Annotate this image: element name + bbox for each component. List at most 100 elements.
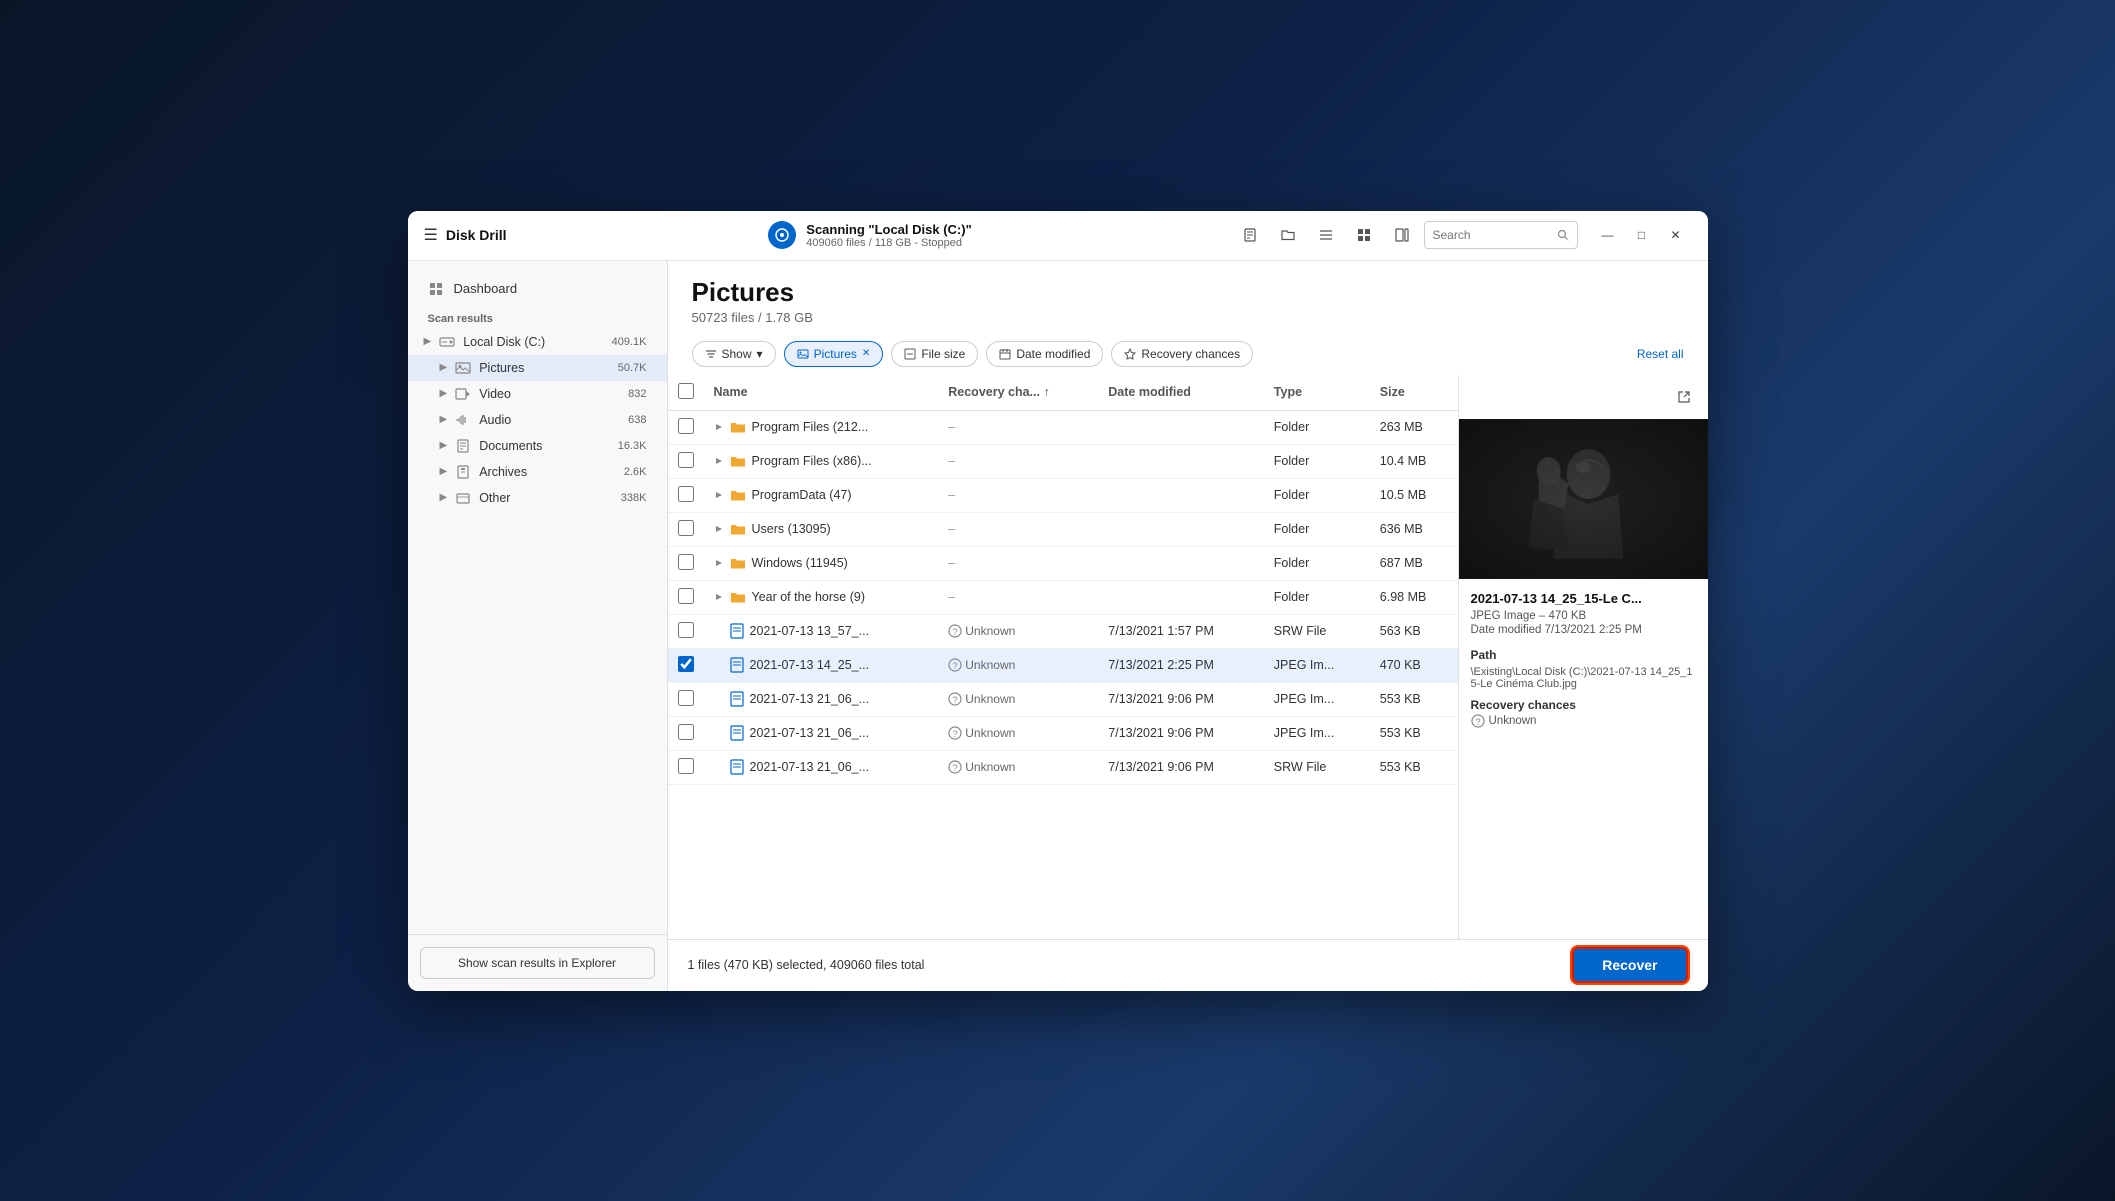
sidebar-item-documents[interactable]: ▶ Documents 16.3K bbox=[408, 433, 667, 459]
row-checkbox[interactable] bbox=[678, 622, 694, 638]
row-expand-icon[interactable] bbox=[714, 558, 724, 568]
row-expand-icon[interactable] bbox=[714, 592, 724, 602]
table-row[interactable]: Windows (11945)–Folder687 MB bbox=[668, 546, 1458, 580]
row-expand-icon[interactable] bbox=[714, 490, 724, 500]
svg-text:?: ? bbox=[953, 627, 958, 637]
sidebar-item-count-archives: 2.6K bbox=[624, 466, 647, 478]
table-row[interactable]: Users (13095)–Folder636 MB bbox=[668, 512, 1458, 546]
table-row[interactable]: Year of the horse (9)–Folder6.98 MB bbox=[668, 580, 1458, 614]
row-checkbox[interactable] bbox=[678, 452, 694, 468]
sidebar-item-count-local-disk: 409.1K bbox=[612, 336, 647, 348]
sidebar-item-archives[interactable]: ▶ Archives 2.6K bbox=[408, 459, 667, 485]
maximize-button[interactable]: □ bbox=[1626, 219, 1658, 251]
sidebar-item-label-pictures: Pictures bbox=[479, 361, 524, 375]
row-checkbox-cell bbox=[668, 512, 704, 546]
row-checkbox-cell bbox=[668, 444, 704, 478]
pictures-filter-close-icon[interactable]: ✕ bbox=[862, 348, 870, 359]
help-icon: ? bbox=[948, 692, 962, 706]
row-recovery-cell: ?Unknown bbox=[938, 750, 1098, 784]
row-type-cell: JPEG Im... bbox=[1264, 648, 1370, 682]
row-size-cell: 6.98 MB bbox=[1370, 580, 1458, 614]
grid-view-button[interactable] bbox=[1348, 219, 1380, 251]
file-table-wrap[interactable]: Name Recovery cha... ↑ Date modified Typ… bbox=[668, 375, 1458, 939]
sidebar-item-pictures[interactable]: ▶ Pictures 50.7K bbox=[408, 355, 667, 381]
table-row[interactable]: Program Files (212...–Folder263 MB bbox=[668, 410, 1458, 444]
row-size-cell: 553 KB bbox=[1370, 716, 1458, 750]
pictures-icon bbox=[455, 361, 471, 375]
row-checkbox[interactable] bbox=[678, 588, 694, 604]
filesize-filter-icon bbox=[904, 348, 916, 360]
row-checkbox[interactable] bbox=[678, 690, 694, 706]
list-view-button[interactable] bbox=[1310, 219, 1342, 251]
row-checkbox[interactable] bbox=[678, 486, 694, 502]
table-row[interactable]: 2021-07-13 21_06_...?Unknown7/13/2021 9:… bbox=[668, 682, 1458, 716]
scan-text-block: Scanning "Local Disk (C:)" 409060 files … bbox=[806, 222, 971, 249]
svg-text:?: ? bbox=[953, 661, 958, 671]
sidebar: Dashboard Scan results ▶ Local Disk (C:)… bbox=[408, 261, 668, 991]
row-checkbox[interactable] bbox=[678, 418, 694, 434]
row-expand-icon[interactable] bbox=[714, 456, 724, 466]
row-size-cell: 563 KB bbox=[1370, 614, 1458, 648]
row-expand-icon[interactable] bbox=[714, 422, 724, 432]
row-type-cell: Folder bbox=[1264, 410, 1370, 444]
table-row[interactable]: ProgramData (47)–Folder10.5 MB bbox=[668, 478, 1458, 512]
row-checkbox[interactable] bbox=[678, 758, 694, 774]
row-type-cell: SRW File bbox=[1264, 614, 1370, 648]
show-in-explorer-button[interactable]: Show scan results in Explorer bbox=[420, 947, 655, 979]
row-checkbox-cell bbox=[668, 648, 704, 682]
table-row[interactable]: 2021-07-13 13_57_...?Unknown7/13/2021 1:… bbox=[668, 614, 1458, 648]
main-content: Pictures 50723 files / 1.78 GB Show ▾ Pi… bbox=[668, 261, 1708, 991]
row-size-cell: 263 MB bbox=[1370, 410, 1458, 444]
row-name-text: 2021-07-13 21_06_... bbox=[750, 760, 870, 774]
row-expand-icon[interactable] bbox=[714, 524, 724, 534]
folder-view-button[interactable] bbox=[1272, 219, 1304, 251]
table-container: Name Recovery cha... ↑ Date modified Typ… bbox=[668, 375, 1708, 939]
sidebar-item-local-disk[interactable]: ▶ Local Disk (C:) 409.1K bbox=[408, 329, 667, 355]
folder-icon bbox=[730, 454, 746, 468]
preview-filename: 2021-07-13 14_25_15-Le C... bbox=[1471, 591, 1696, 606]
recover-button[interactable]: Recover bbox=[1572, 947, 1687, 983]
panel-view-button[interactable] bbox=[1386, 219, 1418, 251]
minimize-button[interactable]: — bbox=[1592, 219, 1624, 251]
search-input[interactable] bbox=[1433, 228, 1553, 242]
row-checkbox[interactable] bbox=[678, 554, 694, 570]
reset-all-button[interactable]: Reset all bbox=[1637, 347, 1684, 361]
sidebar-item-video[interactable]: ▶ Video 832 bbox=[408, 381, 667, 407]
main-header: Pictures 50723 files / 1.78 GB bbox=[668, 261, 1708, 333]
dashboard-label: Dashboard bbox=[454, 281, 518, 296]
sidebar-item-other[interactable]: ▶ Other 338K bbox=[408, 485, 667, 511]
doc-view-button[interactable] bbox=[1234, 219, 1266, 251]
preview-image-inner bbox=[1459, 419, 1708, 579]
row-checkbox[interactable] bbox=[678, 656, 694, 672]
file-icon bbox=[730, 725, 744, 741]
row-recovery-cell: – bbox=[938, 512, 1098, 546]
header-recovery[interactable]: Recovery cha... ↑ bbox=[938, 375, 1098, 411]
table-row[interactable]: 2021-07-13 21_06_...?Unknown7/13/2021 9:… bbox=[668, 716, 1458, 750]
row-checkbox[interactable] bbox=[678, 520, 694, 536]
table-row[interactable]: 2021-07-13 14_25_...?Unknown7/13/2021 2:… bbox=[668, 648, 1458, 682]
sidebar-item-audio[interactable]: ▶ Audio 638 bbox=[408, 407, 667, 433]
row-checkbox-cell bbox=[668, 580, 704, 614]
recoverychances-filter-button[interactable]: Recovery chances bbox=[1111, 341, 1253, 367]
sidebar-item-count-video: 832 bbox=[628, 388, 646, 400]
help-icon: ? bbox=[948, 624, 962, 638]
main-window: ☰ Disk Drill Scanning "Local Disk (C:)" … bbox=[408, 211, 1708, 991]
preview-path-value: \Existing\Local Disk (C:)\2021-07-13 14_… bbox=[1471, 666, 1696, 690]
close-button[interactable]: ✕ bbox=[1660, 219, 1692, 251]
datemodified-filter-button[interactable]: Date modified bbox=[986, 341, 1103, 367]
select-all-checkbox[interactable] bbox=[678, 383, 694, 399]
expand-icon-archives: ▶ bbox=[440, 466, 448, 477]
sidebar-item-dashboard[interactable]: Dashboard bbox=[408, 273, 667, 305]
sidebar-item-count-pictures: 50.7K bbox=[618, 362, 647, 374]
show-filter-button[interactable]: Show ▾ bbox=[692, 341, 776, 367]
row-checkbox[interactable] bbox=[678, 724, 694, 740]
table-row[interactable]: 2021-07-13 21_06_...?Unknown7/13/2021 9:… bbox=[668, 750, 1458, 784]
hamburger-icon[interactable]: ☰ bbox=[424, 225, 438, 245]
pictures-filter-button[interactable]: Pictures ✕ bbox=[784, 341, 884, 367]
filesize-filter-button[interactable]: File size bbox=[891, 341, 978, 367]
search-icon bbox=[1557, 229, 1569, 241]
external-link-button[interactable] bbox=[1668, 381, 1700, 413]
row-name-cell: 2021-07-13 21_06_... bbox=[704, 750, 939, 784]
table-row[interactable]: Program Files (x86)...–Folder10.4 MB bbox=[668, 444, 1458, 478]
scan-title: Scanning "Local Disk (C:)" bbox=[806, 222, 971, 237]
